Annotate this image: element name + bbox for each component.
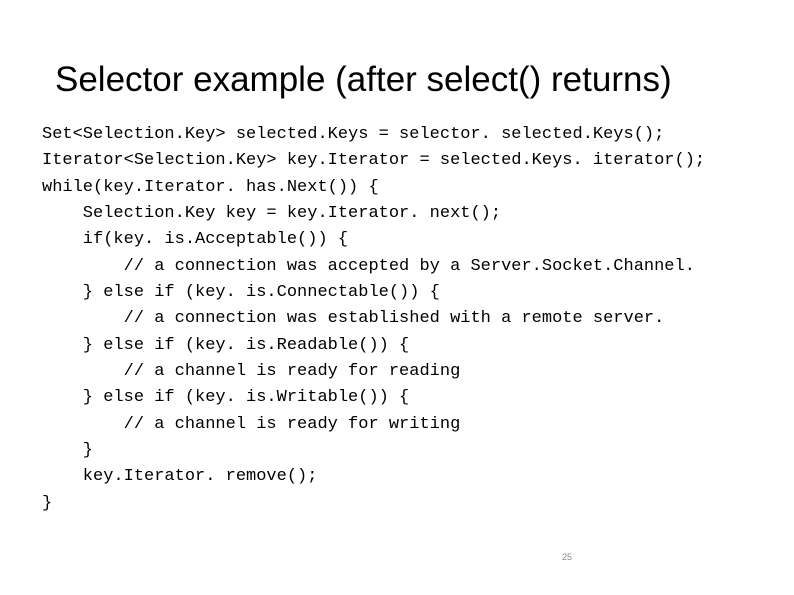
page-number: 25 <box>562 552 572 562</box>
code-block: Set<Selection.Key> selected.Keys = selec… <box>42 122 754 517</box>
slide-title: Selector example (after select() returns… <box>55 60 754 100</box>
slide-content: Selector example (after select() returns… <box>0 0 794 517</box>
